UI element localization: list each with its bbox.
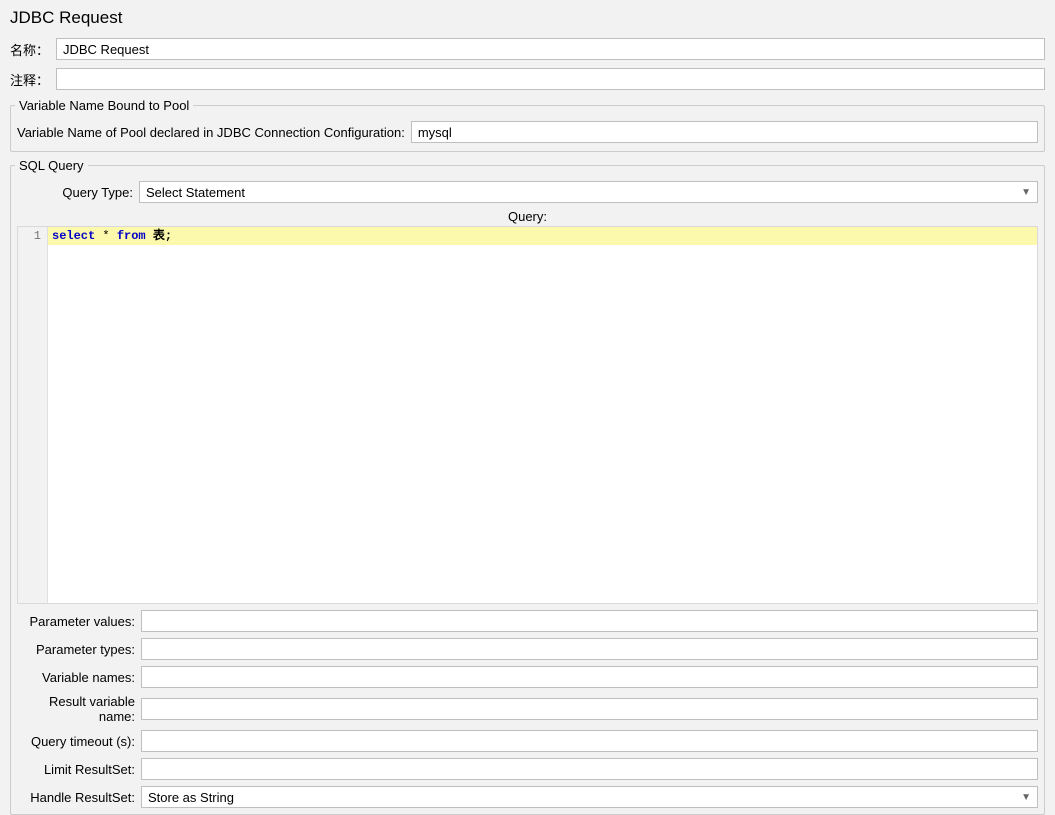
dropdown-icon: ▼	[1021, 187, 1031, 198]
param-types-input[interactable]	[141, 638, 1038, 660]
sql-fieldset: SQL Query Query Type: Select Statement ▼…	[10, 158, 1045, 815]
param-types-label: Parameter types:	[17, 642, 135, 657]
pool-fieldset: Variable Name Bound to Pool Variable Nam…	[10, 98, 1045, 152]
editor-gutter: 1	[18, 227, 48, 603]
editor-code[interactable]: select * from 表;	[48, 227, 1037, 603]
query-type-select[interactable]: Select Statement ▼	[139, 181, 1038, 203]
keyword-select: select	[52, 229, 95, 243]
query-type-label: Query Type:	[17, 185, 133, 200]
param-values-input[interactable]	[141, 610, 1038, 632]
dropdown-icon: ▼	[1021, 792, 1031, 803]
keyword-from: from	[117, 229, 146, 243]
query-timeout-input[interactable]	[141, 730, 1038, 752]
code-tail: 表;	[146, 229, 172, 243]
sql-legend: SQL Query	[15, 158, 88, 173]
comment-input[interactable]	[56, 68, 1045, 90]
name-input[interactable]	[56, 38, 1045, 60]
comment-label: 注释：	[10, 70, 52, 89]
limit-resultset-label: Limit ResultSet:	[17, 762, 135, 777]
param-values-label: Parameter values:	[17, 614, 135, 629]
page-title: JDBC Request	[10, 8, 1045, 28]
result-variable-label: Result variable name:	[17, 694, 135, 724]
handle-resultset-select[interactable]: Store as String ▼	[141, 786, 1038, 808]
handle-resultset-label: Handle ResultSet:	[17, 790, 135, 805]
variable-names-input[interactable]	[141, 666, 1038, 688]
code-line: select * from 表;	[48, 227, 1037, 245]
handle-resultset-value: Store as String	[148, 790, 234, 805]
query-type-value: Select Statement	[146, 185, 245, 200]
name-label: 名称：	[10, 40, 52, 59]
pool-name-label: Variable Name of Pool declared in JDBC C…	[17, 125, 405, 140]
query-label: Query:	[17, 209, 1038, 224]
star-token: *	[102, 229, 109, 243]
query-editor[interactable]: 1 select * from 表;	[17, 226, 1038, 604]
pool-legend: Variable Name Bound to Pool	[15, 98, 193, 113]
result-variable-input[interactable]	[141, 698, 1038, 720]
limit-resultset-input[interactable]	[141, 758, 1038, 780]
variable-names-label: Variable names:	[17, 670, 135, 685]
pool-name-input[interactable]	[411, 121, 1038, 143]
line-number: 1	[18, 229, 41, 243]
query-timeout-label: Query timeout (s):	[17, 734, 135, 749]
